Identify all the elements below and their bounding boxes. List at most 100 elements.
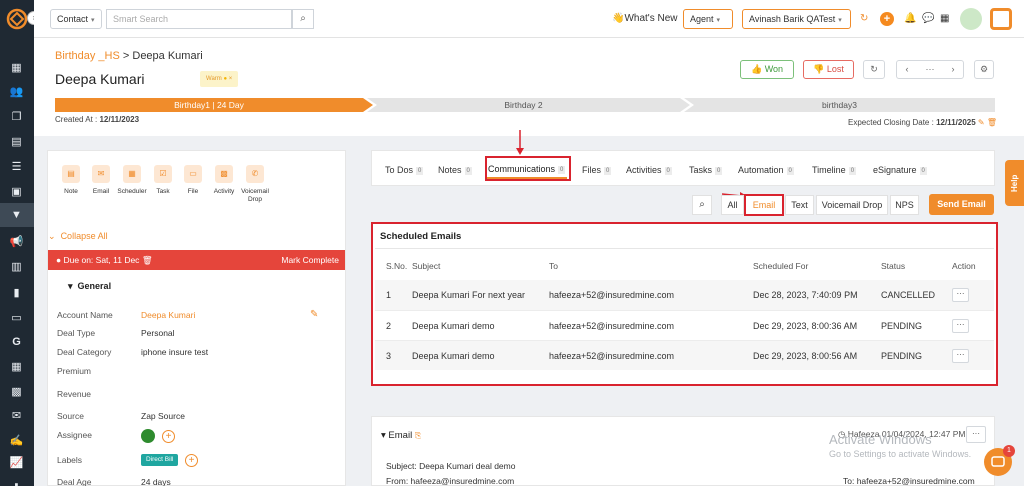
dashboard-icon[interactable]: ▦ [9, 61, 24, 76]
email-more-button[interactable]: ··· [966, 426, 986, 443]
assignee-avatar[interactable] [141, 429, 155, 443]
send-email-button[interactable]: Send Email [929, 194, 994, 215]
policies-icon[interactable]: ▤ [9, 135, 24, 150]
row-status: CANCELLED [881, 290, 936, 300]
row-action-button[interactable]: ··· [952, 319, 969, 333]
email-item-header[interactable]: ▾ Email ⎘ [381, 430, 421, 441]
tab-files[interactable]: Files 0 [582, 165, 612, 175]
assignee-label: Assignee [57, 430, 92, 440]
tab-timeline[interactable]: Timeline 0 [812, 165, 857, 175]
more-options-icon[interactable]: ··· [917, 61, 943, 78]
edit-icon[interactable]: ✎ [310, 309, 318, 320]
list-icon[interactable]: ☰ [9, 160, 24, 175]
module-select[interactable]: Contact ▾ [50, 9, 102, 29]
smart-search-input[interactable]: Smart Search [106, 9, 292, 29]
chevron-right-icon[interactable]: › [943, 61, 963, 78]
deal-type-label: Deal Type [57, 328, 96, 338]
contacts-icon[interactable]: 👥 [9, 85, 24, 100]
tab-notes[interactable]: Notes 0 [438, 165, 472, 175]
google-icon[interactable]: G [9, 335, 24, 350]
help-tab[interactable]: Help [1005, 160, 1024, 206]
user-select[interactable]: Avinash Barik QATest ▾ [742, 9, 851, 29]
trash-icon[interactable]: 🗑 [142, 255, 153, 265]
plus-icon: + [165, 431, 172, 442]
reports-icon[interactable]: ▮ [9, 286, 24, 301]
tab-esignature[interactable]: eSignature 0 [873, 165, 927, 175]
app-logo-icon[interactable] [6, 8, 28, 30]
tab-todos[interactable]: To Dos 0 [385, 165, 424, 175]
megaphone-icon[interactable]: 📢 [9, 235, 24, 250]
whats-new-link[interactable]: 👋What's New [612, 13, 678, 24]
role-select[interactable]: Agent ▾ [683, 9, 733, 29]
label-tag-direct-bill[interactable]: Direct Bill [141, 454, 179, 466]
tab-activities-label: Activities [626, 165, 662, 175]
add-label-button[interactable]: + [185, 454, 198, 467]
trash-icon[interactable]: 🗑 [987, 118, 997, 127]
quick-action-task[interactable]: Task [146, 188, 180, 196]
chat-icon[interactable]: 💬 [922, 13, 934, 24]
quick-action-note[interactable]: Note [54, 188, 88, 196]
breadcrumb-root-link[interactable]: Birthday _HS [55, 50, 120, 62]
folder-icon[interactable]: ▭ [9, 311, 24, 326]
tab-automation[interactable]: Automation 0 [738, 165, 794, 175]
voicemail-icon[interactable]: ✆ [246, 165, 264, 183]
quick-action-email[interactable]: Email [84, 188, 118, 196]
settings-button[interactable]: ⚙ [974, 60, 994, 79]
mark-complete-button[interactable]: Mark Complete [281, 250, 339, 270]
notes-icon[interactable]: ▥ [9, 260, 24, 275]
activity-icon[interactable]: ▩ [215, 165, 233, 183]
avatar[interactable] [960, 8, 982, 30]
stage-3-label: birthday3 [822, 100, 857, 110]
filter-nps[interactable]: NPS [890, 195, 919, 215]
apps-grid-icon[interactable]: ▦ [940, 13, 949, 24]
row-action-button[interactable]: ··· [952, 349, 969, 363]
collapse-all-link[interactable]: ⌄ Collapse All [48, 231, 108, 242]
quick-action-file[interactable]: File [176, 188, 210, 196]
tab-tasks-count: 0 [715, 166, 723, 175]
tab-activities[interactable]: Activities 0 [626, 165, 672, 175]
tab-timeline-label: Timeline [812, 165, 846, 175]
search-communications-button[interactable]: ⌕ [692, 195, 712, 215]
search-button[interactable]: ⌕ [292, 9, 314, 29]
edit-icon[interactable]: ✎ [978, 118, 985, 127]
quick-action-activity[interactable]: Activity [207, 188, 241, 196]
row-action-button[interactable]: ··· [952, 288, 969, 302]
building-icon[interactable]: ▦ [9, 360, 24, 375]
sun-icon: ● [223, 76, 228, 82]
add-assignee-button[interactable]: + [162, 430, 175, 443]
documents-icon[interactable]: ❐ [9, 110, 24, 125]
refresh-deal-button[interactable]: ↻ [863, 60, 885, 79]
signature-icon[interactable]: ✍ [9, 434, 24, 449]
add-new-button[interactable]: + [880, 12, 894, 26]
file-icon[interactable]: ▭ [184, 165, 202, 183]
filter-voicemail-drop[interactable]: Voicemail Drop [816, 195, 888, 215]
general-section-header[interactable]: ▾ General [68, 281, 111, 292]
filter-email[interactable]: Email [744, 194, 784, 216]
task-icon[interactable]: ☑ [154, 165, 172, 183]
warm-badge-label: Warm [206, 76, 222, 82]
email-icon[interactable]: ✉ [92, 165, 110, 183]
more-icon[interactable]: ▪ [9, 478, 24, 486]
brand-square-icon[interactable] [990, 8, 1012, 30]
filter-text[interactable]: Text [785, 195, 814, 215]
scheduler-icon[interactable]: ▦ [123, 165, 141, 183]
analytics-icon[interactable]: 📈 [9, 456, 24, 471]
filter-all[interactable]: All [721, 195, 744, 215]
calendar-icon[interactable]: ▩ [9, 385, 24, 400]
warm-badge[interactable]: Warm ● × [200, 71, 239, 87]
bell-icon[interactable]: 🔔 [904, 13, 916, 24]
chevron-left-icon[interactable]: ‹ [897, 61, 917, 78]
won-button[interactable]: 👍 Won [740, 60, 794, 79]
tab-communications[interactable]: Communications 0 [485, 156, 571, 181]
contact-card-icon[interactable]: ▣ [9, 185, 24, 200]
quick-action-scheduler[interactable]: Scheduler [115, 188, 149, 196]
refresh-icon[interactable]: ↻ [860, 13, 868, 24]
row-to: hafeeza+52@insuredmine.com [549, 321, 674, 331]
lost-button[interactable]: 👎 Lost [803, 60, 854, 79]
quick-action-voicemail-drop[interactable]: Voicemail Drop [238, 188, 272, 204]
account-name-link[interactable]: Deepa Kumari [141, 310, 195, 320]
note-icon[interactable]: ▤ [62, 165, 80, 183]
tab-tasks[interactable]: Tasks 0 [689, 165, 723, 175]
pipeline-filter-icon[interactable]: ▼ [9, 208, 24, 223]
mail-icon[interactable]: ✉ [9, 409, 24, 424]
